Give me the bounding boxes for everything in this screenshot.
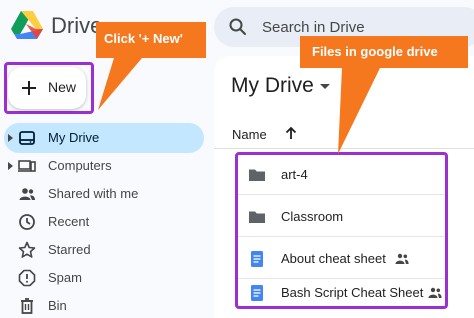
search-icon[interactable] bbox=[228, 17, 248, 37]
sidebar-item-bin[interactable]: Bin bbox=[4, 291, 204, 318]
sidebar-item-label: Bin bbox=[48, 298, 67, 313]
expand-arrow-icon[interactable] bbox=[8, 162, 13, 170]
trash-icon bbox=[21, 298, 33, 314]
files-callout-text: Files in google drive bbox=[312, 44, 438, 59]
sidebar-item-label: Spam bbox=[48, 270, 82, 285]
my-drive-icon bbox=[19, 131, 35, 145]
google-drive-logo-icon bbox=[11, 11, 43, 39]
sidebar-item-label: Shared with me bbox=[48, 186, 139, 201]
computers-icon bbox=[18, 160, 36, 172]
sort-arrow-up-icon[interactable] bbox=[283, 125, 299, 141]
shared-with-me-icon bbox=[19, 188, 35, 200]
sidebar-item-label: My Drive bbox=[48, 130, 100, 145]
search-input[interactable] bbox=[262, 17, 462, 37]
new-button[interactable]: New bbox=[8, 67, 86, 109]
plus-icon bbox=[22, 81, 36, 95]
star-icon bbox=[18, 241, 36, 258]
sidebar-item-label: Starred bbox=[48, 242, 91, 257]
sidebar-item-recent[interactable]: Recent bbox=[4, 207, 204, 237]
files-highlight bbox=[235, 152, 448, 309]
column-header-name[interactable]: Name bbox=[232, 127, 267, 142]
sidebar-item-my-drive[interactable]: My Drive bbox=[4, 123, 204, 153]
sidebar-item-computers[interactable]: Computers bbox=[4, 151, 204, 181]
sidebar-item-shared-with-me[interactable]: Shared with me bbox=[4, 179, 204, 209]
expand-arrow-icon[interactable] bbox=[8, 134, 13, 142]
sidebar-item-spam[interactable]: Spam bbox=[4, 263, 204, 293]
new-callout-text: Click '+ New' bbox=[104, 31, 183, 46]
sidebar-item-starred[interactable]: Starred bbox=[4, 235, 204, 265]
app-title: Drive bbox=[51, 13, 103, 38]
spam-icon bbox=[18, 269, 36, 287]
sidebar-item-label: Recent bbox=[48, 214, 90, 229]
clock-icon bbox=[19, 214, 35, 230]
new-button-label: New bbox=[48, 79, 77, 95]
sidebar-item-label: Computers bbox=[48, 158, 112, 173]
